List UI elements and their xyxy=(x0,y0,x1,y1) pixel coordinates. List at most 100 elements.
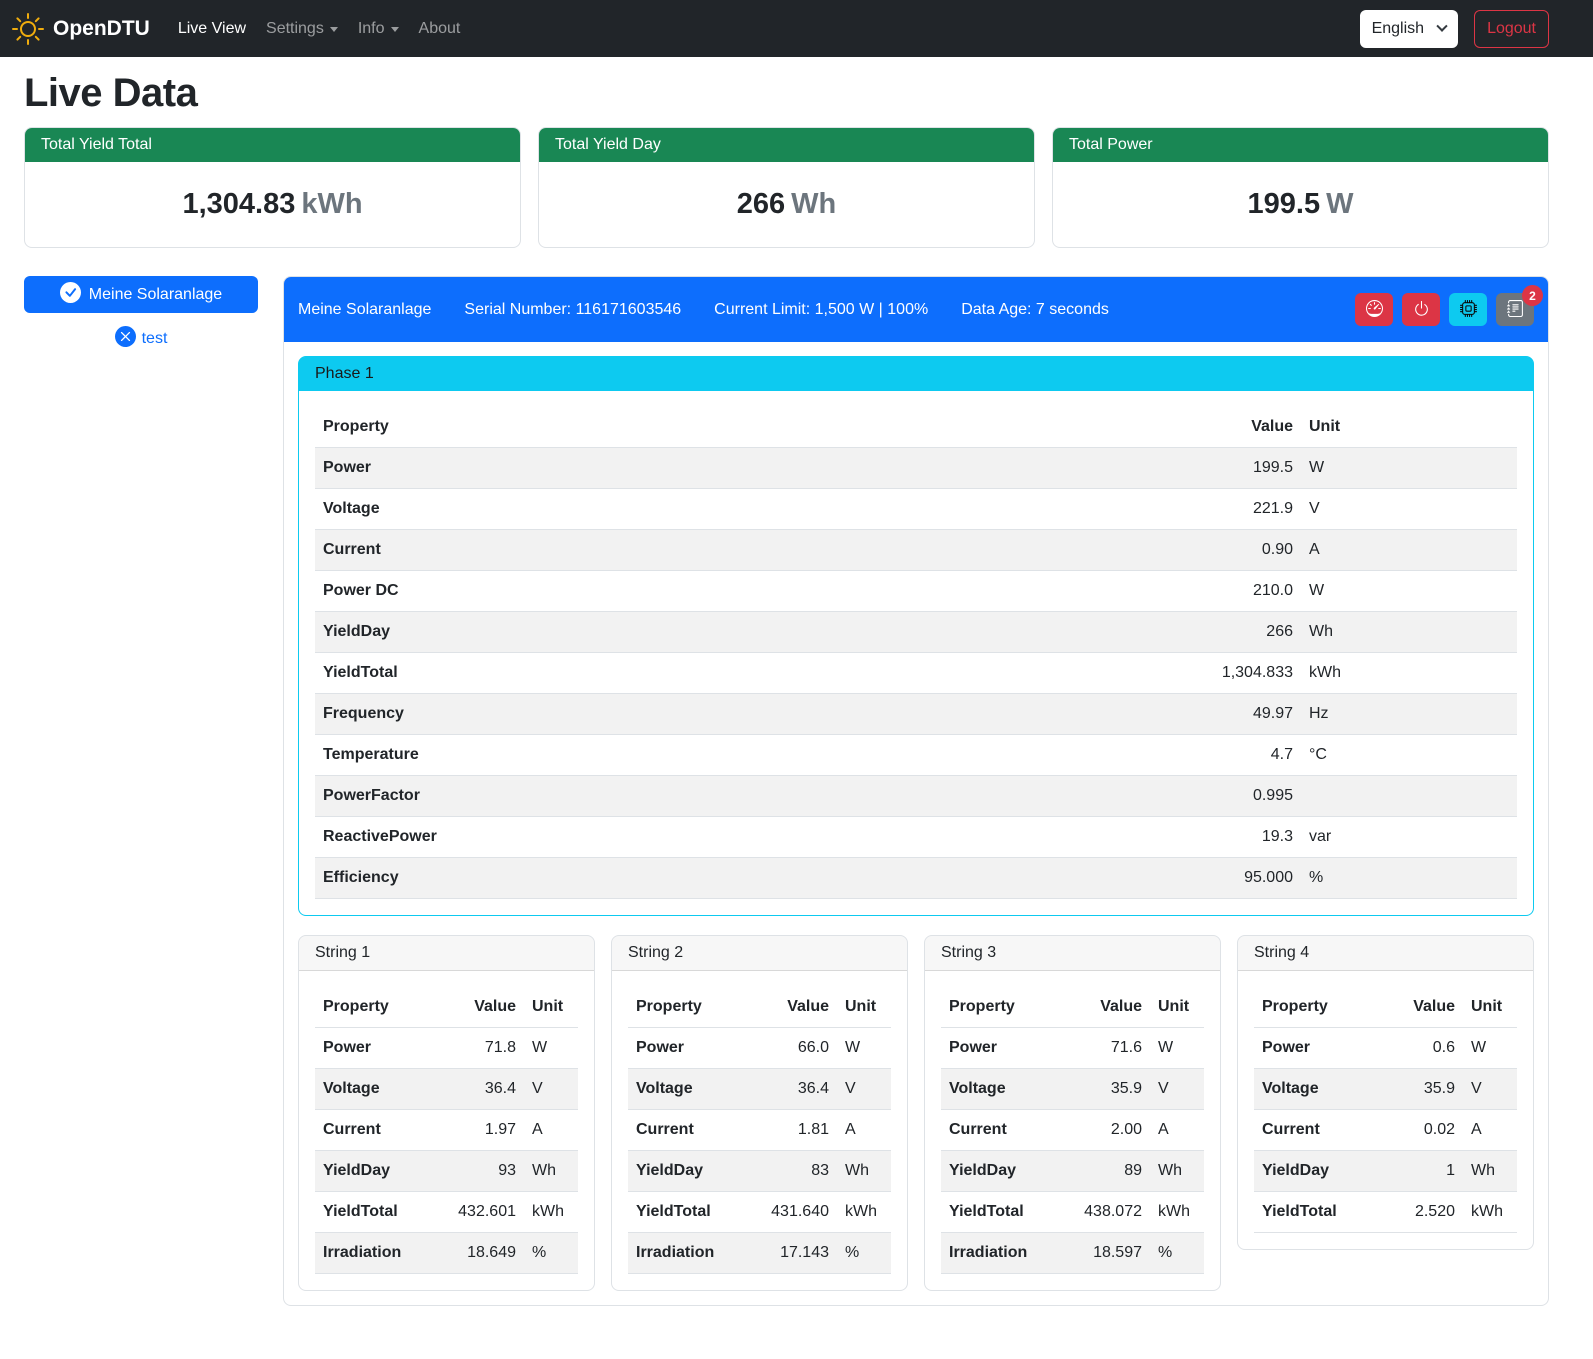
property-cell: Power xyxy=(628,1028,745,1069)
table-header-row: Property Value Unit xyxy=(941,987,1204,1028)
inverter-data-age: Data Age: 7 seconds xyxy=(961,301,1109,319)
property-cell: Voltage xyxy=(628,1069,745,1110)
string-4-card: String 4 Property Value Unit xyxy=(1237,935,1534,1250)
column-unit: Unit xyxy=(1463,987,1517,1028)
property-cell: Power xyxy=(315,448,1181,489)
card-unit: W xyxy=(1326,188,1353,220)
string-4-table: Property Value Unit Power xyxy=(1254,987,1517,1233)
power-button[interactable] xyxy=(1402,293,1440,326)
x-circle-icon xyxy=(115,326,136,352)
summary-cards-row: Total Yield Total 1,304.83kWh Total Yiel… xyxy=(24,127,1549,248)
column-unit: Unit xyxy=(1150,987,1204,1028)
unit-cell xyxy=(1301,776,1517,817)
unit-cell: V xyxy=(1301,489,1517,530)
value-cell: 35.9 xyxy=(1058,1069,1150,1110)
brand-link[interactable]: OpenDTU xyxy=(12,13,150,45)
value-cell: 83 xyxy=(745,1151,837,1192)
unit-cell: Wh xyxy=(1301,612,1517,653)
property-cell: Voltage xyxy=(1254,1069,1371,1110)
column-value: Value xyxy=(1058,987,1150,1028)
total-yield-day-card: Total Yield Day 266Wh xyxy=(538,127,1035,248)
card-title: Total Power xyxy=(1053,128,1548,162)
language-select[interactable]: English xyxy=(1360,10,1458,48)
nav-item-about[interactable]: About xyxy=(409,12,471,46)
table-row: YieldDay 93 Wh xyxy=(315,1151,578,1192)
property-cell: Frequency xyxy=(315,694,1181,735)
brand-label: OpenDTU xyxy=(53,17,150,41)
inverter-action-buttons: 2 xyxy=(1355,293,1534,326)
table-row: Irradiation 17.143 % xyxy=(628,1233,891,1274)
property-cell: Current xyxy=(1254,1110,1371,1151)
value-cell: 221.9 xyxy=(1181,489,1301,530)
inverter-card-header: Meine Solaranlage Serial Number: 1161716… xyxy=(284,277,1548,342)
table-row: Voltage 35.9 V xyxy=(941,1069,1204,1110)
card-unit: kWh xyxy=(301,188,362,220)
property-cell: Voltage xyxy=(315,489,1181,530)
table-row: YieldDay 1 Wh xyxy=(1254,1151,1517,1192)
inverter-selected-label: Meine Solaranlage xyxy=(89,286,222,304)
value-cell: 2.520 xyxy=(1371,1192,1463,1233)
column-value: Value xyxy=(1371,987,1463,1028)
card-value: 266 xyxy=(737,188,785,220)
table-row: YieldTotal 431.640 kWh xyxy=(628,1192,891,1233)
unit-cell: W xyxy=(837,1028,891,1069)
column-property: Property xyxy=(1254,987,1371,1028)
nav-item-info[interactable]: Info xyxy=(348,12,409,46)
inverter-card-body: Phase 1 Property Value Unit xyxy=(284,342,1548,1305)
table-row: Power 66.0 W xyxy=(628,1028,891,1069)
string-2-card: String 2 Property Value Unit xyxy=(611,935,908,1291)
value-cell: 36.4 xyxy=(745,1069,837,1110)
property-cell: Power DC xyxy=(315,571,1181,612)
property-cell: YieldTotal xyxy=(315,653,1181,694)
string-3-title: String 3 xyxy=(925,936,1220,971)
inverter-list-sidebar: Meine Solaranlage test xyxy=(24,276,258,352)
column-property: Property xyxy=(628,987,745,1028)
unit-cell: kWh xyxy=(837,1192,891,1233)
limit-settings-button[interactable] xyxy=(1355,293,1393,326)
column-value: Value xyxy=(432,987,524,1028)
inverter-item-test[interactable]: test xyxy=(24,326,258,352)
value-cell: 210.0 xyxy=(1181,571,1301,612)
inverter-selected-button[interactable]: Meine Solaranlage xyxy=(24,276,258,313)
table-row: Current 1.97 A xyxy=(315,1110,578,1151)
string-3-body: Property Value Unit Power xyxy=(925,971,1220,1290)
logout-button[interactable]: Logout xyxy=(1474,10,1549,48)
unit-cell: V xyxy=(524,1069,578,1110)
value-cell: 438.072 xyxy=(1058,1192,1150,1233)
device-info-button[interactable] xyxy=(1449,293,1487,326)
unit-cell: % xyxy=(524,1233,578,1274)
table-row: Efficiency 95.000 % xyxy=(315,858,1517,899)
table-row: Current 1.81 A xyxy=(628,1110,891,1151)
chevron-down-icon xyxy=(1436,20,1447,31)
column-unit: Unit xyxy=(524,987,578,1028)
string-4-body: Property Value Unit Power xyxy=(1238,971,1533,1249)
table-row: Temperature 4.7 °C xyxy=(315,735,1517,776)
column-value: Value xyxy=(745,987,837,1028)
value-cell: 66.0 xyxy=(745,1028,837,1069)
navbar: OpenDTU Live View Settings Info About En… xyxy=(0,0,1593,57)
card-value-wrap: 1,304.83kWh xyxy=(25,162,520,247)
property-cell: Temperature xyxy=(315,735,1181,776)
unit-cell: A xyxy=(837,1110,891,1151)
card-value: 199.5 xyxy=(1248,188,1321,220)
nav-item-live-view[interactable]: Live View xyxy=(168,12,256,46)
table-row: Current 0.02 A xyxy=(1254,1110,1517,1151)
nav-item-settings[interactable]: Settings xyxy=(256,12,348,46)
total-yield-total-card: Total Yield Total 1,304.83kWh xyxy=(24,127,521,248)
unit-cell: Hz xyxy=(1301,694,1517,735)
property-cell: Power xyxy=(315,1028,432,1069)
value-cell: 18.597 xyxy=(1058,1233,1150,1274)
value-cell: 36.4 xyxy=(432,1069,524,1110)
unit-cell: V xyxy=(1150,1069,1204,1110)
table-row: YieldTotal 1,304.833 kWh xyxy=(315,653,1517,694)
value-cell: 95.000 xyxy=(1181,858,1301,899)
column-unit: Unit xyxy=(837,987,891,1028)
property-cell: PowerFactor xyxy=(315,776,1181,817)
property-cell: ReactivePower xyxy=(315,817,1181,858)
table-row: Irradiation 18.649 % xyxy=(315,1233,578,1274)
event-log-button[interactable]: 2 xyxy=(1496,293,1534,326)
value-cell: 93 xyxy=(432,1151,524,1192)
unit-cell: W xyxy=(524,1028,578,1069)
event-count-badge: 2 xyxy=(1522,285,1543,306)
table-header-row: Property Value Unit xyxy=(1254,987,1517,1028)
